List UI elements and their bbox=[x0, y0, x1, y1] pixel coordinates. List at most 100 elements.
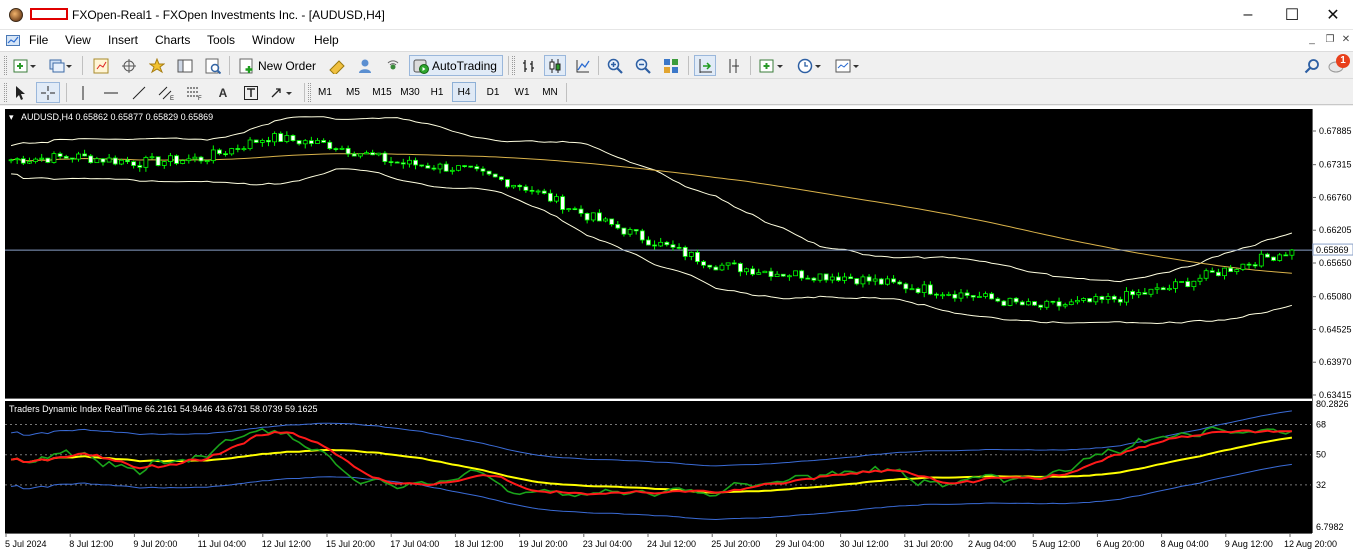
chart-menu-icon[interactable]: ▾ bbox=[9, 112, 14, 122]
candle-body bbox=[719, 264, 725, 271]
vertical-line-button[interactable] bbox=[72, 82, 94, 103]
timeframe-h4[interactable]: H4 bbox=[452, 82, 476, 102]
crosshair-tool-button[interactable] bbox=[36, 82, 60, 103]
candle-body bbox=[1038, 304, 1044, 308]
new-order-button[interactable]: New Order bbox=[236, 55, 320, 76]
market-watch-button[interactable] bbox=[90, 55, 112, 76]
fibonacci-button[interactable]: F bbox=[184, 82, 206, 103]
candle-body bbox=[1105, 295, 1111, 300]
arrows-button[interactable] bbox=[268, 82, 298, 103]
user-signals-icon bbox=[359, 59, 371, 73]
periods-button[interactable] bbox=[794, 55, 826, 76]
minimize-button[interactable]: – bbox=[1225, 0, 1271, 30]
bar-chart-button[interactable] bbox=[518, 55, 540, 76]
candle-body bbox=[131, 161, 137, 166]
autotrading-button[interactable]: AutoTrading bbox=[409, 55, 503, 76]
menu-window[interactable]: Window bbox=[252, 33, 295, 47]
candle-body bbox=[633, 229, 639, 232]
candle-body bbox=[474, 166, 480, 170]
channel-icon: E bbox=[158, 86, 174, 101]
indicators-button[interactable] bbox=[756, 55, 788, 76]
zoom-in-button[interactable] bbox=[604, 55, 626, 76]
horizontal-line-icon bbox=[104, 92, 118, 93]
candle-body bbox=[836, 276, 841, 281]
candle-body bbox=[333, 148, 339, 150]
trendline-button[interactable] bbox=[128, 82, 150, 103]
new-chart-button[interactable] bbox=[10, 55, 40, 76]
indicator-pane[interactable] bbox=[5, 401, 1312, 533]
timeframe-h1[interactable]: H1 bbox=[425, 82, 449, 102]
signals-button[interactable] bbox=[354, 55, 376, 76]
close-button[interactable]: ✕ bbox=[1313, 0, 1353, 30]
mdi-close-button[interactable]: ✕ bbox=[1338, 34, 1353, 48]
candlestick-button[interactable] bbox=[544, 55, 566, 76]
candle-body bbox=[958, 292, 964, 299]
chart-canvas[interactable]: 0.67885 0.67315 0.66760 0.66205 0.65650 0.650… bbox=[0, 106, 1353, 555]
navigator-button[interactable] bbox=[146, 55, 168, 76]
candle-body bbox=[63, 156, 69, 159]
candle-body bbox=[1160, 287, 1166, 291]
search-button[interactable] bbox=[1301, 55, 1323, 76]
autotrading-label: AutoTrading bbox=[432, 58, 497, 73]
price-tick-label: 0.65650 bbox=[1319, 258, 1352, 268]
timeframe-w1[interactable]: W1 bbox=[509, 82, 535, 102]
text-label-button[interactable] bbox=[240, 82, 262, 103]
candle-body bbox=[437, 163, 443, 170]
menu-help[interactable]: Help bbox=[314, 33, 339, 47]
price-pane[interactable] bbox=[5, 109, 1312, 398]
zoom-out-icon bbox=[635, 58, 651, 74]
timeframe-d1[interactable]: D1 bbox=[481, 82, 505, 102]
chart-window[interactable]: 0.67885 0.67315 0.66760 0.66205 0.65650 0.650… bbox=[0, 106, 1353, 555]
timeframe-m5[interactable]: M5 bbox=[340, 82, 366, 102]
candle-body bbox=[774, 273, 780, 277]
cursor-arrow-icon bbox=[16, 85, 25, 100]
mdi-minimize-button[interactable]: _ bbox=[1304, 34, 1320, 48]
time-tick-label: 8 Aug 04:00 bbox=[1161, 539, 1209, 549]
metaeditor-button[interactable] bbox=[326, 55, 348, 76]
time-tick-label: 5 Jul 2024 bbox=[5, 539, 47, 549]
market-button[interactable] bbox=[382, 55, 404, 76]
candle-body bbox=[915, 288, 921, 293]
data-window-button[interactable] bbox=[118, 55, 140, 76]
timeframe-m1[interactable]: M1 bbox=[313, 82, 337, 102]
menu-charts[interactable]: Charts bbox=[155, 33, 190, 47]
candle-body bbox=[566, 208, 572, 211]
candle-body bbox=[456, 165, 461, 171]
maximize-button[interactable]: ☐ bbox=[1269, 0, 1315, 30]
chart-shift-button[interactable] bbox=[722, 55, 744, 76]
market-watch-icon bbox=[93, 58, 109, 73]
timeframe-m30[interactable]: M30 bbox=[397, 82, 423, 102]
candle-body bbox=[462, 165, 467, 167]
candle-body bbox=[1142, 292, 1148, 295]
candle-body bbox=[449, 169, 455, 172]
timeframe-mn[interactable]: MN bbox=[537, 82, 563, 102]
equidistant-channel-button[interactable]: E bbox=[156, 82, 178, 103]
mdi-restore-button[interactable]: ❐ bbox=[1322, 34, 1338, 48]
new-order-label: New Order bbox=[258, 58, 317, 73]
tile-windows-button[interactable] bbox=[660, 55, 682, 76]
candle-body bbox=[94, 158, 100, 164]
menu-tools[interactable]: Tools bbox=[207, 33, 235, 47]
horizontal-line-button[interactable] bbox=[100, 82, 122, 103]
menu-view[interactable]: View bbox=[65, 33, 91, 47]
line-chart-button[interactable] bbox=[572, 55, 594, 76]
candle-body bbox=[768, 270, 774, 277]
zoom-out-button[interactable] bbox=[632, 55, 654, 76]
auto-scroll-button[interactable] bbox=[694, 55, 716, 76]
templates-button[interactable] bbox=[832, 55, 864, 76]
cursor-tool-button[interactable] bbox=[10, 82, 32, 103]
notifications-button[interactable]: 1 bbox=[1327, 54, 1351, 76]
text-tool-button[interactable]: A bbox=[212, 82, 234, 103]
profiles-button[interactable] bbox=[46, 55, 76, 76]
menu-file[interactable]: File bbox=[29, 33, 48, 47]
menu-insert[interactable]: Insert bbox=[108, 33, 138, 47]
timeframe-m15[interactable]: M15 bbox=[368, 82, 396, 102]
terminal-button[interactable] bbox=[174, 55, 196, 76]
candle-body bbox=[413, 159, 418, 166]
candle-body bbox=[1197, 277, 1203, 282]
line-chart-icon bbox=[576, 59, 590, 72]
candle-body bbox=[376, 152, 382, 156]
chart-header: AUDUSD,H4 0.65862 0.65877 0.65829 0.6586… bbox=[21, 112, 213, 122]
strategy-tester-button[interactable] bbox=[202, 55, 224, 76]
candle-body bbox=[927, 284, 933, 295]
